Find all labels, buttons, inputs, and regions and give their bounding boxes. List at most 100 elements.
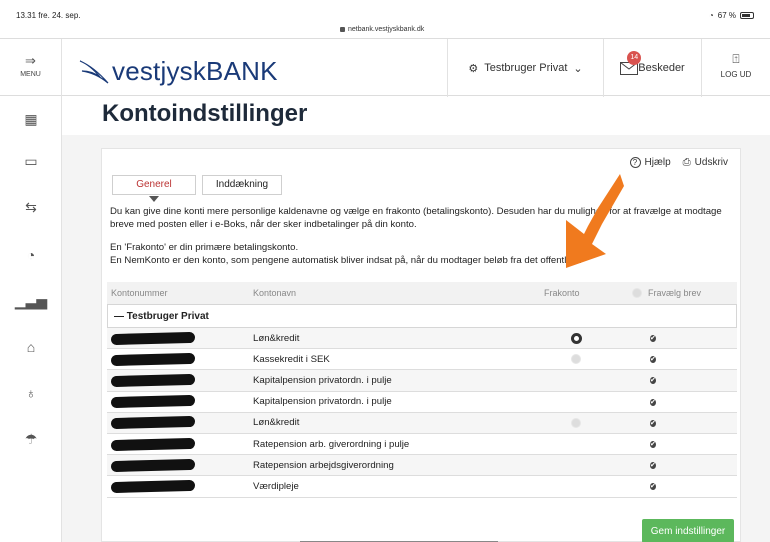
save-settings-button[interactable]: Gem indstillinger bbox=[642, 519, 734, 542]
sidebar-item-home[interactable]: ⌂ bbox=[0, 324, 62, 370]
group-header[interactable]: — Testbruger Privat bbox=[107, 304, 737, 328]
opt-out-cell: ✔ bbox=[614, 396, 724, 408]
table-row: Løn&kredit ✔ bbox=[107, 412, 737, 434]
header-account-number: Kontonummer bbox=[111, 288, 168, 298]
table-body: Løn&kredit ✔ Kassekredit i SEK ✔ Kapitalpens… bbox=[107, 328, 737, 498]
piggy-bank-icon: ♁ bbox=[25, 385, 37, 401]
account-name[interactable]: Ratepension arbejdsgiverordning bbox=[253, 460, 538, 471]
frakonto-cell bbox=[538, 417, 614, 428]
description-nemkonto: En NemKonto er den konto, som pengene au… bbox=[110, 255, 582, 266]
table-header: Kontonummer Kontonavn Frakonto Fravælg b… bbox=[107, 282, 737, 304]
logout-button[interactable]: ⍐ LOG UD bbox=[702, 39, 770, 97]
table-row: Løn&kredit ✔ bbox=[107, 328, 737, 350]
bank-logo[interactable]: vestjyskBANK bbox=[78, 43, 318, 93]
description: Du kan give dine konti mere personlige k… bbox=[110, 205, 734, 277]
battery-percent: 67 % bbox=[717, 11, 736, 20]
description-frakonto: En 'Frakonto' er din primære betalingsko… bbox=[110, 242, 299, 253]
sidebar-item-transfer[interactable]: ⇆ bbox=[0, 184, 62, 230]
table-row: Ratepension arbejdsgiverordning ✔ bbox=[107, 455, 737, 477]
umbrella-icon: ☂ bbox=[24, 430, 38, 447]
account-number-redacted bbox=[107, 458, 253, 472]
sidebar-item-insurance[interactable]: ☂ bbox=[0, 416, 62, 462]
header-frakonto: Frakonto bbox=[544, 288, 580, 298]
frakonto-radio[interactable] bbox=[571, 354, 581, 365]
tab-inddaekning[interactable]: Inddækning bbox=[202, 175, 282, 195]
frakonto-cell bbox=[538, 332, 614, 344]
logout-label: LOG UD bbox=[720, 70, 752, 79]
frakonto-cell bbox=[538, 354, 614, 365]
header-opt-out-label: Fravælg brev bbox=[648, 288, 702, 298]
print-button[interactable]: ⎙ Udskriv bbox=[683, 157, 728, 168]
opt-out-checkbox[interactable]: ✔ bbox=[650, 335, 656, 343]
transfer-icon: ⇆ bbox=[25, 198, 37, 215]
gear-icon: ⚙ bbox=[468, 62, 479, 75]
opt-out-checkbox[interactable]: ✔ bbox=[650, 483, 656, 491]
redaction-mark bbox=[110, 395, 196, 409]
header-opt-out: Fravælg brev bbox=[614, 288, 724, 298]
sidebar-item-investment[interactable]: ▁▃▅ bbox=[0, 278, 62, 324]
chevron-down-icon: ⌄ bbox=[573, 62, 583, 75]
bar-chart-icon: ▁▃▅ bbox=[14, 292, 48, 309]
url-text: netbank.vestjyskbank.dk bbox=[348, 26, 425, 33]
header-account-name: Kontonavn bbox=[253, 288, 297, 298]
opt-out-checkbox[interactable]: ✔ bbox=[650, 398, 656, 406]
menu-arrow-icon: ⇒ bbox=[25, 53, 36, 68]
account-name[interactable]: Løn&kredit bbox=[253, 417, 538, 428]
table-row: Kapitalpension privatordn. i pulje ✔ bbox=[107, 392, 737, 413]
messages-label: Beskeder bbox=[638, 62, 685, 74]
redaction-mark bbox=[110, 373, 196, 388]
description-intro: Du kan give dine konti mere personlige k… bbox=[110, 206, 722, 230]
settings-card: ? Hjælp ⎙ Udskriv Generel Inddækning Du … bbox=[101, 148, 741, 542]
redaction-mark bbox=[110, 479, 196, 494]
account-name[interactable]: Værdipleje bbox=[253, 481, 538, 492]
account-number-redacted bbox=[107, 416, 253, 430]
account-name[interactable]: Løn&kredit bbox=[253, 333, 538, 344]
sidebar-item-overview[interactable]: ▦ bbox=[0, 96, 62, 142]
account-name[interactable]: Ratepension arb. giverordning i pulje bbox=[253, 439, 538, 450]
table-row: Værdipleje ✔ bbox=[107, 476, 737, 498]
home-icon: ⌂ bbox=[26, 339, 36, 355]
status-bar: 13.31 fre. 24. sep. netbank.vestjyskbank… bbox=[0, 0, 770, 38]
logout-icon: ⍐ bbox=[732, 52, 740, 66]
messages-button[interactable]: 14 Beskeder bbox=[604, 39, 702, 97]
help-button[interactable]: ? Hjælp bbox=[629, 157, 671, 168]
logo-bird-icon bbox=[79, 60, 109, 84]
sidebar: ▦ ▭ ⇆ ◔ ▁▃▅ ⌂ ♁ ☂ bbox=[0, 96, 62, 542]
user-name: Testbruger Privat bbox=[484, 62, 568, 74]
pie-chart-icon: ◔ bbox=[26, 247, 36, 263]
table-row: Ratepension arb. giverordning i pulje ✔ bbox=[107, 434, 737, 456]
account-name[interactable]: Kapitalpension privatordn. i pulje bbox=[253, 396, 538, 407]
status-indicators: ◔ 67 % bbox=[709, 11, 754, 20]
help-icon: ? bbox=[629, 157, 641, 168]
opt-out-checkbox[interactable]: ✔ bbox=[650, 441, 656, 449]
redaction-mark bbox=[110, 416, 196, 430]
frakonto-radio[interactable] bbox=[571, 417, 581, 428]
sidebar-item-budget[interactable]: ◔ bbox=[0, 232, 62, 278]
sidebar-item-cards[interactable]: ▭ bbox=[0, 138, 62, 184]
opt-out-checkbox[interactable]: ✔ bbox=[650, 462, 656, 470]
opt-out-all-toggle[interactable] bbox=[632, 288, 642, 298]
redaction-mark bbox=[110, 458, 196, 472]
opt-out-checkbox[interactable]: ✔ bbox=[650, 419, 656, 427]
account-name[interactable]: Kassekredit i SEK bbox=[253, 354, 538, 365]
address-bar[interactable]: netbank.vestjyskbank.dk bbox=[340, 26, 424, 33]
tab-generel[interactable]: Generel bbox=[112, 175, 196, 202]
printer-icon: ⎙ bbox=[682, 157, 691, 168]
redaction-mark bbox=[110, 352, 196, 366]
card-icon: ▭ bbox=[24, 152, 38, 169]
sidebar-item-savings[interactable]: ♁ bbox=[0, 370, 62, 416]
print-label: Udskriv bbox=[694, 157, 728, 168]
menu-button[interactable]: ⇒ MENU bbox=[0, 39, 62, 97]
messages-icon-wrap: 14 bbox=[620, 50, 642, 75]
account-name[interactable]: Kapitalpension privatordn. i pulje bbox=[253, 375, 538, 386]
opt-out-checkbox[interactable]: ✔ bbox=[650, 356, 656, 364]
status-time: 13.31 fre. 24. sep. bbox=[16, 11, 81, 20]
user-menu[interactable]: ⚙ Testbruger Privat ⌄ bbox=[447, 39, 604, 97]
table-row: Kapitalpension privatordn. i pulje ✔ bbox=[107, 370, 737, 392]
wifi-icon: ◔ bbox=[708, 11, 714, 20]
messages-badge: 14 bbox=[627, 50, 642, 65]
account-number-redacted bbox=[107, 437, 253, 451]
frakonto-radio[interactable] bbox=[570, 332, 582, 344]
menu-label: MENU bbox=[20, 71, 41, 78]
opt-out-checkbox[interactable]: ✔ bbox=[650, 377, 656, 385]
